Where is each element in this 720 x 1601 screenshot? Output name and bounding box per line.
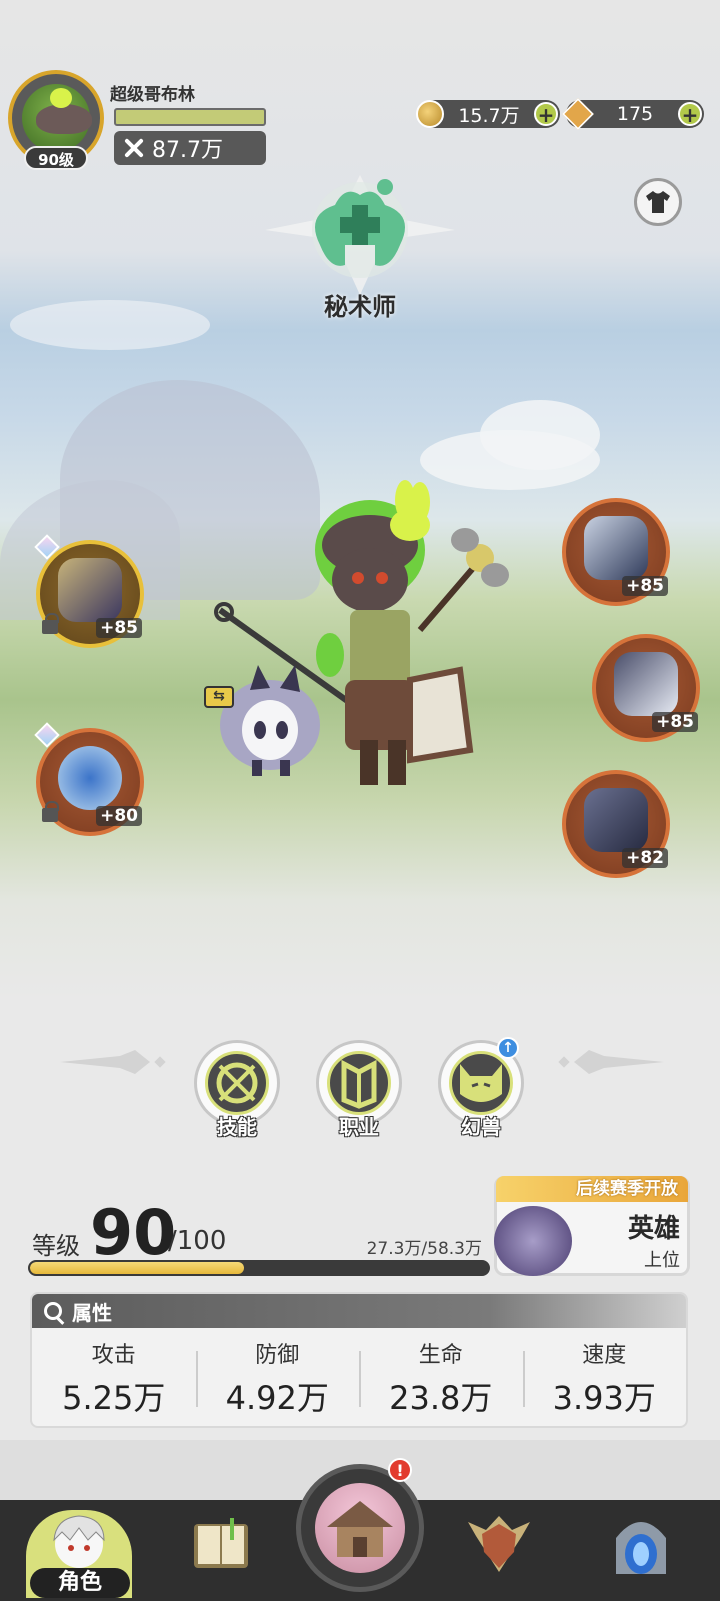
slot-level: +85	[652, 712, 698, 732]
attribute-attack: 攻击 5.25万	[32, 1337, 196, 1419]
attributes-panel: 属性 攻击 5.25万 防御 4.92万 生命 23.8万 速度 3.93万	[30, 1292, 688, 1428]
equipment-slot-right-3[interactable]: +82	[562, 770, 670, 878]
gold-currency: 15.7万 +	[416, 100, 560, 128]
shoulder-item-icon	[584, 516, 648, 580]
nav-book-tab[interactable]	[186, 1510, 266, 1590]
gem-value: 175	[616, 103, 654, 125]
avatar	[22, 84, 92, 152]
skills-button[interactable]: 技能	[194, 1040, 280, 1139]
boots-item-icon	[584, 788, 648, 852]
player-name: 超级哥布林	[110, 85, 195, 105]
lock-icon	[42, 801, 59, 822]
combat-power-value: 87.7万	[152, 138, 223, 163]
add-gem-button[interactable]: +	[678, 102, 702, 126]
attribute-value: 3.93万	[552, 1379, 656, 1417]
skills-label: 技能	[217, 1115, 257, 1139]
slot-level: +82	[622, 848, 668, 868]
nav-character-label: 角色	[30, 1568, 130, 1598]
house-icon	[315, 1483, 405, 1573]
gloves-item-icon	[614, 652, 678, 716]
attributes-title: 属性	[72, 1300, 112, 1325]
decorative-wing-right	[558, 1050, 664, 1074]
cloud	[10, 300, 210, 350]
attribute-name: 防御	[255, 1343, 300, 1368]
attributes-header[interactable]: 属性	[32, 1294, 686, 1328]
equipment-slot-left-2[interactable]: +80	[34, 722, 144, 836]
level-max: /100	[168, 1226, 227, 1256]
equipment-slot-right-1[interactable]: +85	[562, 498, 670, 606]
pet-companion[interactable]	[200, 660, 330, 790]
rank-title: 英雄	[627, 1214, 680, 1244]
shield-icon	[468, 1516, 530, 1572]
rank-subtitle: 上位	[644, 1250, 680, 1271]
attribute-value: 5.25万	[62, 1379, 166, 1417]
attribute-name: 攻击	[91, 1343, 136, 1368]
gold-coin-icon	[416, 100, 444, 128]
character-portrait-icon	[53, 1515, 105, 1568]
experience-bar-fill	[30, 1262, 245, 1274]
nav-portal-tab[interactable]	[606, 1510, 686, 1590]
portal-icon	[616, 1522, 666, 1574]
profession-label: 职业	[339, 1115, 379, 1139]
combat-power: 87.7万	[114, 131, 266, 165]
attribute-name: 生命	[418, 1343, 463, 1368]
equipment-slot-left-1[interactable]: +85	[34, 534, 144, 648]
alert-badge-icon: !	[388, 1458, 412, 1482]
nav-guild-tab[interactable]	[464, 1510, 544, 1590]
class-name: 秘术师	[324, 293, 396, 321]
lock-icon	[42, 613, 59, 634]
swap-pet-icon[interactable]: ⇆	[204, 686, 234, 708]
beast-button[interactable]: ↑ 幻兽	[438, 1037, 524, 1139]
attribute-value: 4.92万	[225, 1379, 329, 1417]
attribute-name: 速度	[582, 1343, 627, 1368]
rank-emblem-icon	[494, 1206, 572, 1276]
home-button[interactable]	[296, 1464, 424, 1592]
equipment-slot-right-2[interactable]: +85	[592, 634, 700, 742]
outfit-button[interactable]	[634, 178, 682, 226]
amulet-item-icon	[58, 746, 122, 810]
skills-icon	[205, 1051, 269, 1115]
experience-text: 27.3万/58.3万	[366, 1239, 482, 1259]
level-label: 等级	[32, 1232, 80, 1260]
gem-currency: 175 +	[562, 98, 704, 130]
crossed-swords-icon	[122, 136, 146, 160]
player-level-tag: 90级	[24, 146, 88, 170]
slot-level: +80	[96, 806, 142, 826]
gold-value: 15.7万	[458, 104, 520, 127]
attributes-grid: 攻击 5.25万 防御 4.92万 生命 23.8万 速度 3.93万	[32, 1328, 687, 1426]
profession-button[interactable]: 职业	[316, 1040, 402, 1139]
player-name-bar	[114, 108, 266, 126]
beast-icon	[449, 1051, 513, 1115]
attribute-speed: 速度 3.93万	[522, 1337, 687, 1419]
book-icon	[194, 1518, 248, 1568]
cloud	[480, 400, 600, 470]
search-icon	[44, 1302, 62, 1320]
add-gold-button[interactable]: +	[534, 102, 558, 126]
upgrade-badge-icon: ↑	[497, 1037, 519, 1059]
attribute-value: 23.8万	[389, 1379, 493, 1417]
rank-banner: 后续赛季开放	[496, 1176, 688, 1202]
avatar-bunny	[50, 88, 72, 108]
armor-item-icon	[58, 558, 122, 622]
avatar-horns	[36, 104, 92, 134]
profession-icon	[327, 1051, 391, 1115]
decorative-wing-left	[60, 1050, 166, 1074]
shirt-icon	[646, 191, 670, 213]
experience-bar	[28, 1260, 490, 1276]
slot-level: +85	[96, 618, 142, 638]
class-emblem-icon	[265, 175, 455, 295]
slot-level: +85	[622, 576, 668, 596]
attribute-health: 生命 23.8万	[359, 1337, 523, 1419]
beast-label: 幻兽	[461, 1115, 501, 1139]
level-number: 90	[90, 1196, 177, 1269]
attribute-defense: 防御 4.92万	[195, 1337, 360, 1419]
